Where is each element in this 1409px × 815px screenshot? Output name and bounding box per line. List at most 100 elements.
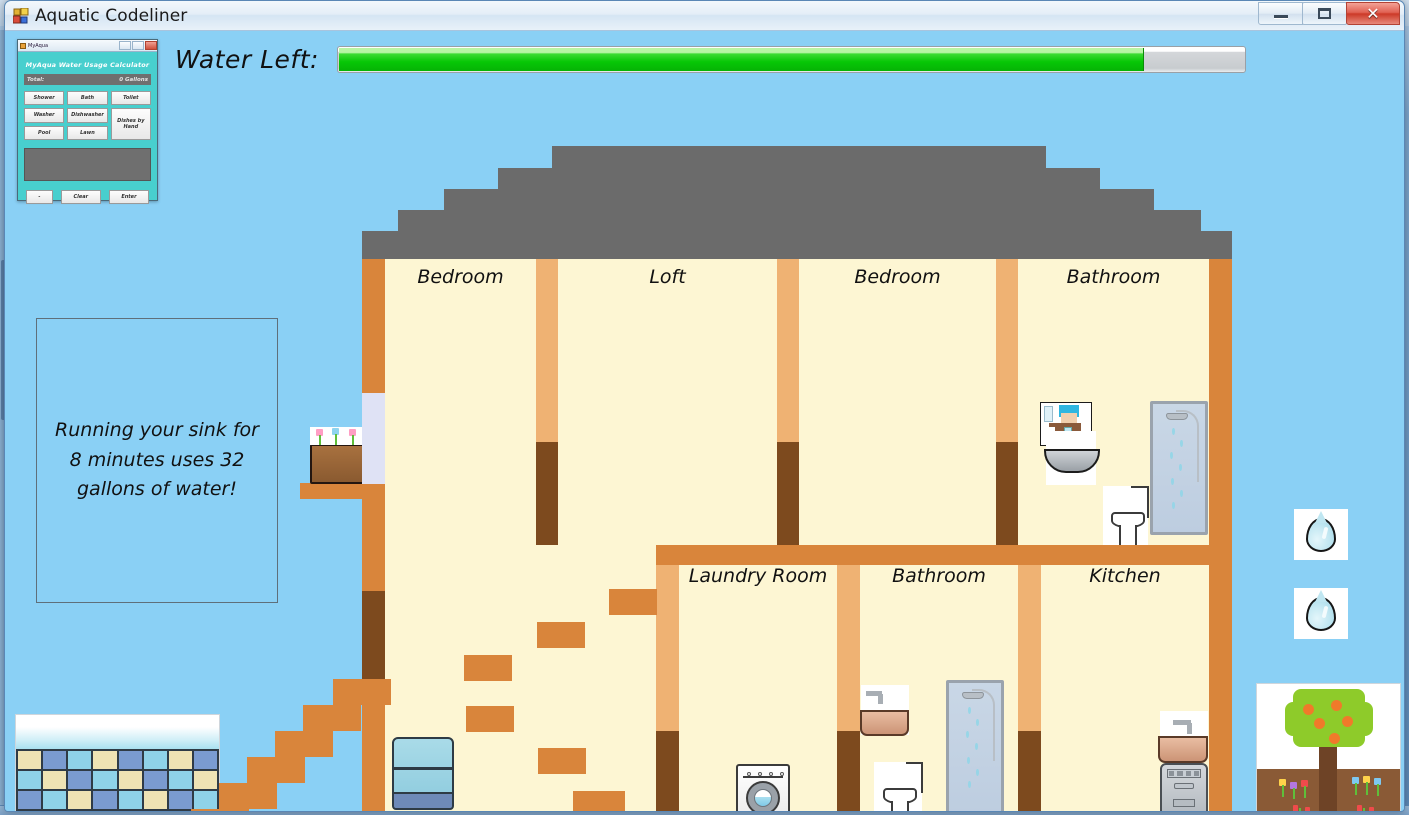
- upper-bathroom-shower: [1150, 401, 1208, 535]
- room-label-bathroom-lower: Bathroom: [892, 565, 986, 587]
- window-title: Aquatic Codeliner: [35, 5, 188, 26]
- water-drop-icon[interactable]: [1294, 588, 1348, 639]
- roof-step-2: [498, 168, 1100, 189]
- sprout-icon: [1305, 807, 1310, 811]
- maximize-button[interactable]: [1302, 2, 1347, 25]
- exterior-window: [362, 393, 385, 484]
- droplet-shape: [1306, 596, 1336, 631]
- room-label-laundry-room: Laundry Room: [688, 565, 828, 587]
- water-droplet: [976, 719, 979, 726]
- cooler-base: [392, 792, 454, 810]
- water-droplet: [1171, 478, 1174, 485]
- roof-step-5: [362, 231, 1232, 259]
- droplet-shape: [1306, 517, 1336, 552]
- close-button[interactable]: ✕: [1346, 2, 1400, 25]
- washing-machine: [736, 764, 790, 811]
- water-droplet: [1180, 490, 1183, 497]
- roof-step-1: [552, 146, 1046, 168]
- sprout-stem: [1363, 808, 1365, 811]
- dishwasher-badge: [1172, 799, 1196, 807]
- close-icon: ✕: [1366, 3, 1380, 23]
- roof-step-4: [398, 210, 1201, 231]
- flower-stem: [1304, 786, 1306, 798]
- dishwasher-panel: [1167, 769, 1201, 778]
- fruit-icon: [1331, 700, 1342, 711]
- room-label-kitchen: Kitchen: [1089, 565, 1161, 587]
- water-droplet: [1180, 440, 1183, 447]
- minimize-button[interactable]: [1258, 2, 1303, 25]
- swimming-pool: [15, 714, 220, 811]
- flower-planter: [310, 444, 365, 484]
- left-wall-dark-segment: [362, 591, 385, 691]
- water-drop-icon[interactable]: [1294, 509, 1348, 560]
- staircase-step: [538, 748, 586, 774]
- upper-partition-2-dark: [777, 442, 799, 545]
- lower-bathroom-sink: [860, 710, 909, 736]
- flower-stem: [1282, 785, 1284, 797]
- mirror-icon: [1044, 406, 1053, 422]
- flower-stem: [352, 435, 354, 445]
- fruit-icon: [1342, 716, 1353, 727]
- washer-knob: [780, 772, 784, 776]
- water-cooler: [392, 737, 454, 810]
- character-arm: [1049, 423, 1057, 427]
- outdoor-stair-step: [219, 783, 277, 809]
- flower-stem: [1355, 783, 1357, 795]
- water-droplet: [1172, 428, 1175, 435]
- outdoor-stair-step: [275, 731, 333, 757]
- outdoor-stair-step: [303, 705, 361, 731]
- lower-bathroom-faucet-spout: [878, 694, 883, 704]
- water-droplet: [975, 743, 978, 750]
- room-label-bathroom-upper: Bathroom: [1066, 266, 1161, 288]
- lower-bathroom-toilet-base: [891, 801, 909, 811]
- flower-stem: [1293, 788, 1295, 799]
- sprout-stem: [1299, 808, 1301, 811]
- shower-pipe: [1176, 410, 1199, 482]
- shower-pipe: [972, 689, 995, 761]
- upper-left-room-floor-gap: [385, 545, 656, 565]
- fruit-icon: [1314, 718, 1325, 729]
- staircase-step: [609, 589, 657, 615]
- roof-step-3: [444, 189, 1154, 210]
- sprout-icon: [1293, 805, 1298, 811]
- lower-partition-3-dark: [1018, 731, 1041, 811]
- washer-glass: [754, 789, 772, 807]
- staircase-step: [464, 655, 512, 681]
- lawn-garden[interactable]: [1256, 683, 1401, 811]
- room-label-bedroom-right: Bedroom: [854, 266, 941, 288]
- sprout-icon: [1369, 807, 1374, 811]
- upper-bathroom-toilet-base: [1119, 525, 1137, 545]
- upper-right-exterior-wall: [1209, 259, 1232, 545]
- lower-partition-2-dark: [837, 731, 860, 811]
- washer-control-panel: [743, 771, 784, 778]
- kitchen-faucet-spout: [1187, 723, 1192, 734]
- tree-trunk: [1319, 742, 1337, 811]
- outdoor-stair-step: [191, 809, 249, 811]
- washer-knob: [769, 772, 773, 776]
- water-droplet: [976, 769, 979, 776]
- washer-knob: [758, 772, 762, 776]
- house-cutaway: Bedroom Loft Bedroom Bathroom Laundry Ro…: [5, 31, 1404, 811]
- water-droplet: [1170, 452, 1173, 459]
- outdoor-stair-step: [333, 679, 391, 705]
- flower-stem: [335, 434, 337, 445]
- water-droplet: [1179, 464, 1182, 471]
- pool-tiles: [16, 749, 219, 811]
- room-label-loft: Loft: [649, 266, 686, 288]
- app-icon: [12, 7, 29, 24]
- outdoor-stair-step: [247, 757, 305, 783]
- title-bar[interactable]: Aquatic Codeliner ✕: [5, 1, 1404, 31]
- staircase-step: [466, 706, 514, 732]
- water-droplet: [966, 731, 969, 738]
- water-droplet: [968, 707, 971, 714]
- lower-floor-interior: [362, 565, 1232, 811]
- lower-partition-1-dark: [656, 731, 679, 811]
- dishwasher: [1160, 763, 1208, 811]
- staircase-step: [573, 791, 625, 811]
- cooler-band: [393, 767, 453, 770]
- washer-knob: [747, 772, 751, 776]
- upper-partition-1-dark: [536, 442, 558, 545]
- water-droplet: [968, 781, 971, 788]
- flower-stem: [1366, 782, 1368, 795]
- exterior-ledge: [300, 483, 385, 499]
